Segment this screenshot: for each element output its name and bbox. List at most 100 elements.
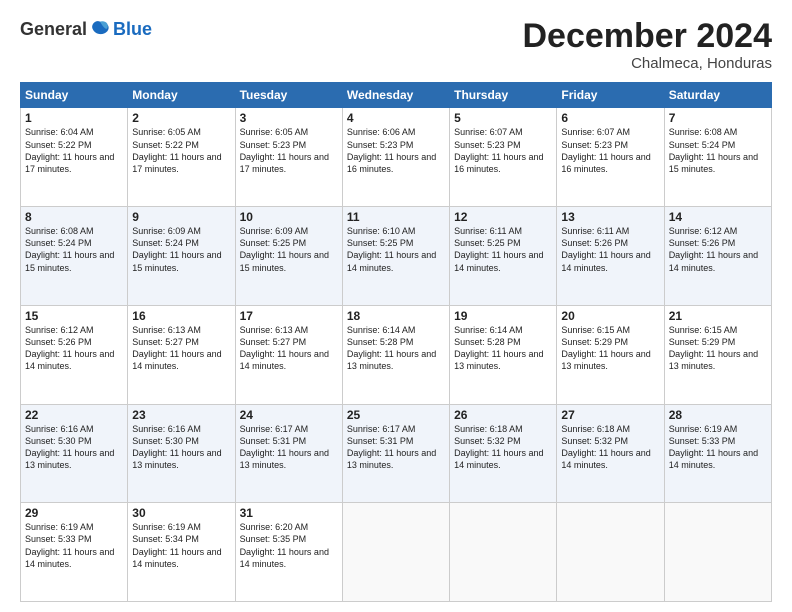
- day-info: Sunrise: 6:20 AMSunset: 5:35 PMDaylight:…: [240, 521, 338, 570]
- day-info: Sunrise: 6:11 AMSunset: 5:26 PMDaylight:…: [561, 225, 659, 274]
- logo-bird-icon: [89, 18, 111, 40]
- day-number: 15: [25, 309, 123, 323]
- calendar-cell: 19Sunrise: 6:14 AMSunset: 5:28 PMDayligh…: [450, 305, 557, 404]
- day-number: 27: [561, 408, 659, 422]
- day-info: Sunrise: 6:04 AMSunset: 5:22 PMDaylight:…: [25, 126, 123, 175]
- day-info: Sunrise: 6:18 AMSunset: 5:32 PMDaylight:…: [454, 423, 552, 472]
- day-info: Sunrise: 6:10 AMSunset: 5:25 PMDaylight:…: [347, 225, 445, 274]
- day-info: Sunrise: 6:16 AMSunset: 5:30 PMDaylight:…: [25, 423, 123, 472]
- day-number: 18: [347, 309, 445, 323]
- calendar-cell: 30Sunrise: 6:19 AMSunset: 5:34 PMDayligh…: [128, 503, 235, 602]
- calendar-cell: [342, 503, 449, 602]
- day-number: 14: [669, 210, 767, 224]
- day-header-tuesday: Tuesday: [235, 83, 342, 108]
- calendar-cell: 8Sunrise: 6:08 AMSunset: 5:24 PMDaylight…: [21, 207, 128, 306]
- day-number: 2: [132, 111, 230, 125]
- calendar-cell: 27Sunrise: 6:18 AMSunset: 5:32 PMDayligh…: [557, 404, 664, 503]
- day-number: 21: [669, 309, 767, 323]
- day-info: Sunrise: 6:07 AMSunset: 5:23 PMDaylight:…: [454, 126, 552, 175]
- day-number: 5: [454, 111, 552, 125]
- calendar-cell: 15Sunrise: 6:12 AMSunset: 5:26 PMDayligh…: [21, 305, 128, 404]
- page: General Blue December 2024 Chalmeca, Hon…: [0, 0, 792, 612]
- calendar-cell: 4Sunrise: 6:06 AMSunset: 5:23 PMDaylight…: [342, 108, 449, 207]
- day-info: Sunrise: 6:16 AMSunset: 5:30 PMDaylight:…: [132, 423, 230, 472]
- location: Chalmeca, Honduras: [522, 55, 772, 72]
- day-number: 11: [347, 210, 445, 224]
- day-info: Sunrise: 6:09 AMSunset: 5:25 PMDaylight:…: [240, 225, 338, 274]
- calendar-cell: 22Sunrise: 6:16 AMSunset: 5:30 PMDayligh…: [21, 404, 128, 503]
- calendar-cell: 20Sunrise: 6:15 AMSunset: 5:29 PMDayligh…: [557, 305, 664, 404]
- calendar-week-row: 29Sunrise: 6:19 AMSunset: 5:33 PMDayligh…: [21, 503, 772, 602]
- day-number: 1: [25, 111, 123, 125]
- calendar-cell: 1Sunrise: 6:04 AMSunset: 5:22 PMDaylight…: [21, 108, 128, 207]
- calendar-cell: 23Sunrise: 6:16 AMSunset: 5:30 PMDayligh…: [128, 404, 235, 503]
- calendar-cell: 24Sunrise: 6:17 AMSunset: 5:31 PMDayligh…: [235, 404, 342, 503]
- day-number: 19: [454, 309, 552, 323]
- day-number: 26: [454, 408, 552, 422]
- day-number: 24: [240, 408, 338, 422]
- calendar-cell: 13Sunrise: 6:11 AMSunset: 5:26 PMDayligh…: [557, 207, 664, 306]
- calendar-cell: 18Sunrise: 6:14 AMSunset: 5:28 PMDayligh…: [342, 305, 449, 404]
- calendar-cell: 7Sunrise: 6:08 AMSunset: 5:24 PMDaylight…: [664, 108, 771, 207]
- calendar-header-row: SundayMondayTuesdayWednesdayThursdayFrid…: [21, 83, 772, 108]
- calendar-week-row: 15Sunrise: 6:12 AMSunset: 5:26 PMDayligh…: [21, 305, 772, 404]
- day-info: Sunrise: 6:14 AMSunset: 5:28 PMDaylight:…: [347, 324, 445, 373]
- calendar-cell: 17Sunrise: 6:13 AMSunset: 5:27 PMDayligh…: [235, 305, 342, 404]
- calendar-cell: 11Sunrise: 6:10 AMSunset: 5:25 PMDayligh…: [342, 207, 449, 306]
- calendar-cell: 25Sunrise: 6:17 AMSunset: 5:31 PMDayligh…: [342, 404, 449, 503]
- calendar-cell: 28Sunrise: 6:19 AMSunset: 5:33 PMDayligh…: [664, 404, 771, 503]
- calendar-cell: 3Sunrise: 6:05 AMSunset: 5:23 PMDaylight…: [235, 108, 342, 207]
- logo-blue-text: Blue: [113, 19, 152, 40]
- day-info: Sunrise: 6:18 AMSunset: 5:32 PMDaylight:…: [561, 423, 659, 472]
- day-header-saturday: Saturday: [664, 83, 771, 108]
- calendar-cell: 29Sunrise: 6:19 AMSunset: 5:33 PMDayligh…: [21, 503, 128, 602]
- calendar-cell: 9Sunrise: 6:09 AMSunset: 5:24 PMDaylight…: [128, 207, 235, 306]
- day-info: Sunrise: 6:13 AMSunset: 5:27 PMDaylight:…: [240, 324, 338, 373]
- calendar-week-row: 22Sunrise: 6:16 AMSunset: 5:30 PMDayligh…: [21, 404, 772, 503]
- calendar-cell: 14Sunrise: 6:12 AMSunset: 5:26 PMDayligh…: [664, 207, 771, 306]
- day-info: Sunrise: 6:19 AMSunset: 5:33 PMDaylight:…: [669, 423, 767, 472]
- day-info: Sunrise: 6:17 AMSunset: 5:31 PMDaylight:…: [240, 423, 338, 472]
- day-info: Sunrise: 6:15 AMSunset: 5:29 PMDaylight:…: [561, 324, 659, 373]
- calendar-cell: [557, 503, 664, 602]
- calendar-cell: 21Sunrise: 6:15 AMSunset: 5:29 PMDayligh…: [664, 305, 771, 404]
- day-number: 20: [561, 309, 659, 323]
- day-number: 25: [347, 408, 445, 422]
- day-info: Sunrise: 6:08 AMSunset: 5:24 PMDaylight:…: [25, 225, 123, 274]
- calendar-cell: 5Sunrise: 6:07 AMSunset: 5:23 PMDaylight…: [450, 108, 557, 207]
- logo-general-text: General: [20, 19, 87, 40]
- day-info: Sunrise: 6:05 AMSunset: 5:22 PMDaylight:…: [132, 126, 230, 175]
- day-info: Sunrise: 6:06 AMSunset: 5:23 PMDaylight:…: [347, 126, 445, 175]
- day-number: 10: [240, 210, 338, 224]
- day-number: 23: [132, 408, 230, 422]
- calendar-cell: 12Sunrise: 6:11 AMSunset: 5:25 PMDayligh…: [450, 207, 557, 306]
- day-header-friday: Friday: [557, 83, 664, 108]
- header: General Blue December 2024 Chalmeca, Hon…: [20, 18, 772, 72]
- day-number: 12: [454, 210, 552, 224]
- day-info: Sunrise: 6:13 AMSunset: 5:27 PMDaylight:…: [132, 324, 230, 373]
- day-info: Sunrise: 6:19 AMSunset: 5:33 PMDaylight:…: [25, 521, 123, 570]
- day-info: Sunrise: 6:12 AMSunset: 5:26 PMDaylight:…: [669, 225, 767, 274]
- calendar-week-row: 8Sunrise: 6:08 AMSunset: 5:24 PMDaylight…: [21, 207, 772, 306]
- calendar-cell: 10Sunrise: 6:09 AMSunset: 5:25 PMDayligh…: [235, 207, 342, 306]
- day-number: 16: [132, 309, 230, 323]
- day-number: 9: [132, 210, 230, 224]
- day-info: Sunrise: 6:15 AMSunset: 5:29 PMDaylight:…: [669, 324, 767, 373]
- day-info: Sunrise: 6:12 AMSunset: 5:26 PMDaylight:…: [25, 324, 123, 373]
- day-header-sunday: Sunday: [21, 83, 128, 108]
- calendar-cell: 31Sunrise: 6:20 AMSunset: 5:35 PMDayligh…: [235, 503, 342, 602]
- day-number: 22: [25, 408, 123, 422]
- calendar-cell: 6Sunrise: 6:07 AMSunset: 5:23 PMDaylight…: [557, 108, 664, 207]
- day-header-monday: Monday: [128, 83, 235, 108]
- day-number: 28: [669, 408, 767, 422]
- day-number: 8: [25, 210, 123, 224]
- calendar-table: SundayMondayTuesdayWednesdayThursdayFrid…: [20, 82, 772, 602]
- calendar-cell: 2Sunrise: 6:05 AMSunset: 5:22 PMDaylight…: [128, 108, 235, 207]
- day-header-wednesday: Wednesday: [342, 83, 449, 108]
- day-info: Sunrise: 6:19 AMSunset: 5:34 PMDaylight:…: [132, 521, 230, 570]
- day-number: 7: [669, 111, 767, 125]
- calendar-cell: [450, 503, 557, 602]
- day-info: Sunrise: 6:08 AMSunset: 5:24 PMDaylight:…: [669, 126, 767, 175]
- day-info: Sunrise: 6:14 AMSunset: 5:28 PMDaylight:…: [454, 324, 552, 373]
- day-number: 30: [132, 506, 230, 520]
